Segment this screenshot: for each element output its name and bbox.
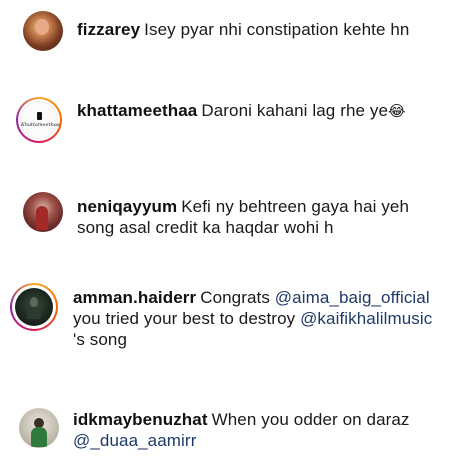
comment-1-text: fizzarey Isey pyar nhi constipation kehte… [77, 20, 410, 39]
mention-aima-baig-official[interactable]: @aima_baig_official [275, 288, 430, 307]
comment-4-text: amman.haiderr Congrats @aima_baig_officia… [73, 288, 433, 349]
story-ring[interactable] [10, 283, 58, 331]
comment-3-text: neniqayyum Kefi ny behtreen gaya hai yeh … [77, 197, 410, 237]
laughing-emoji-icon: 😂 [388, 102, 406, 120]
avatar-brand-text: Khattameethaa [21, 122, 60, 128]
username-amman-haiderr[interactable]: amman.haiderr [73, 288, 196, 307]
username-idkmaybenuzhat[interactable]: idkmaybenuzhat [73, 410, 208, 429]
avatar-idkmaybenuzhat[interactable] [19, 408, 59, 448]
username-fizzarey[interactable]: fizzarey [77, 20, 140, 39]
avatar-neniqayyum[interactable] [23, 192, 63, 232]
mention-duaa-aamirr[interactable]: @_duaa_aamirr [73, 431, 196, 450]
mention-kaifikhalilmusic[interactable]: @kaifikhalilmusic [300, 309, 432, 328]
avatar-khattameethaa: Khattameethaa [20, 101, 60, 139]
avatar-fizzarey[interactable] [23, 11, 63, 51]
comment-2-text: khattameethaa Daroni kahani lag rhe ye😂 [77, 101, 406, 120]
brand-logo-icon [37, 112, 42, 120]
username-neniqayyum[interactable]: neniqayyum [77, 197, 177, 216]
avatar-amman-haiderr [15, 288, 53, 326]
username-khattameethaa[interactable]: khattameethaa [77, 101, 197, 120]
comment-5-text: idkmaybenuzhat When you odder on daraz @_d… [73, 410, 410, 450]
story-ring[interactable]: Khattameethaa [16, 97, 62, 143]
